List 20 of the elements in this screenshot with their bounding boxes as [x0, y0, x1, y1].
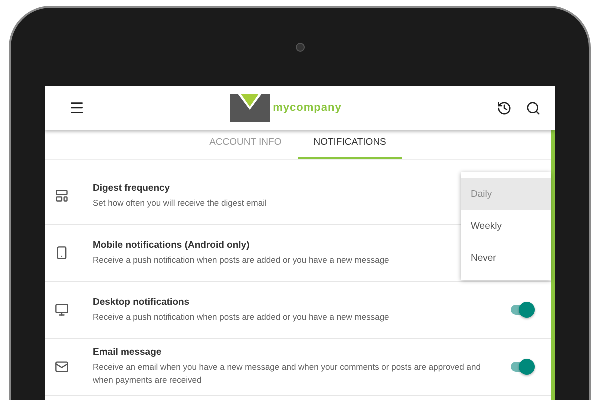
toggle-switch[interactable]: [509, 359, 535, 375]
monitor-icon: [55, 303, 69, 317]
setting-description: Receive an email when you have a new message and when your comments or posts are approved and when payments are received: [93, 361, 482, 387]
logo-icon: [230, 94, 270, 122]
setting-description: Set how often you will receive the digest email: [93, 196, 267, 210]
toggle-switch[interactable]: [509, 302, 535, 318]
dropdown-option[interactable]: Never: [461, 242, 551, 274]
camera-dot: [296, 42, 304, 52]
brand-name: mycompany: [273, 102, 342, 114]
dropdown-option[interactable]: Weekly: [461, 210, 551, 242]
setting-title: Mobile notifications (Android only): [93, 240, 250, 251]
setting-title: Digest frequency: [93, 182, 170, 194]
setting-title: Email message: [93, 347, 162, 358]
tab[interactable]: NOTIFICATIONS: [298, 130, 402, 159]
setting-description: Receive a push notification when posts are added or you have a new message: [93, 310, 390, 324]
smartphone-icon: [55, 246, 69, 260]
setting-description: Receive a push notification when posts are added or you have a new message: [93, 254, 390, 266]
setting-title: Desktop notifications: [93, 296, 190, 308]
envelope-icon: [55, 360, 69, 374]
layout-icon: [55, 189, 69, 203]
